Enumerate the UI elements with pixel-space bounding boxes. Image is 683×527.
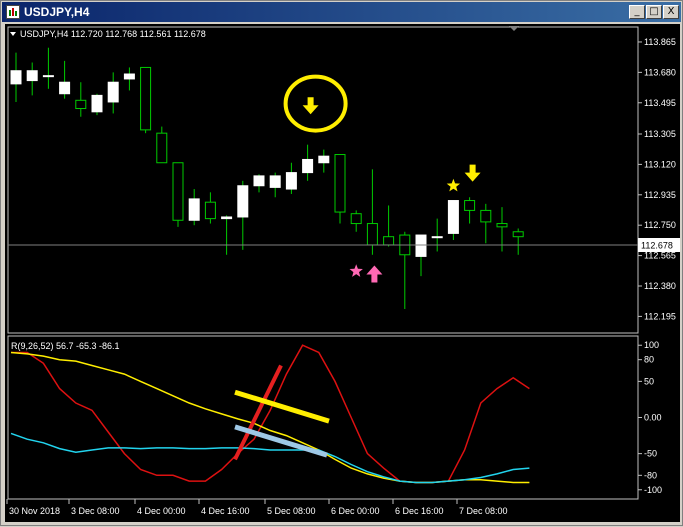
current-price-label: 112.678: [641, 241, 673, 251]
down-arrow-icon: [302, 97, 319, 115]
price-label: 112.565: [644, 251, 676, 261]
candle-body: [140, 66, 152, 131]
candle-body: [253, 175, 265, 187]
price-label: 113.865: [644, 37, 676, 47]
candle-body: [464, 200, 476, 211]
time-label: 5 Dec 08:00: [267, 506, 316, 516]
price-label: 113.120: [644, 159, 676, 169]
time-label: 7 Dec 08:00: [459, 506, 508, 516]
candle-body: [334, 154, 346, 213]
candle-body: [350, 213, 362, 225]
indicator-header-text: R(9,26,52) 56.7 -65.3 -86.1: [11, 341, 120, 351]
time-label: 4 Dec 00:00: [137, 506, 186, 516]
indicator-lines: [6, 344, 642, 504]
time-label: 4 Dec 16:00: [201, 506, 250, 516]
price-label: 112.195: [644, 311, 676, 321]
candle-body: [366, 223, 378, 246]
yellow-star-icon: [446, 178, 461, 192]
shift-marker-icon: [509, 26, 519, 31]
indicator-header: R(9,26,52) 56.7 -65.3 -86.1: [11, 341, 120, 351]
candle-body: [285, 172, 297, 190]
up-arrow-icon: [366, 265, 383, 283]
indicator-level-label: -80: [644, 470, 657, 480]
pink-star-icon: [349, 264, 363, 277]
time-label: 6 Dec 00:00: [331, 506, 380, 516]
candle-body: [302, 158, 314, 174]
candle-body: [188, 198, 200, 221]
candle-body: [156, 132, 168, 164]
candle-body: [91, 94, 103, 113]
indicator-level-label: -50: [644, 449, 657, 459]
candle-body: [26, 70, 38, 82]
indicator-level-label: 0.00: [644, 413, 662, 423]
candle-body: [480, 209, 492, 223]
candle-body: [204, 201, 216, 220]
time-axis-labels: 30 Nov 2018 3 Dec 08:00 4 Dec 00:00 4 De…: [9, 506, 508, 516]
chart-window: USDJPY,H4 _ □ X USDJPY,H4 112.720 112.76…: [0, 0, 683, 526]
window-title: USDJPY,H4: [24, 5, 90, 19]
time-label: 30 Nov 2018: [9, 506, 60, 516]
main-header-text: USDJPY,H4 112.720 112.768 112.561 112.67…: [20, 29, 206, 39]
candle-body: [447, 200, 459, 234]
price-label: 113.305: [644, 129, 676, 139]
yellow-indicator-line: [10, 351, 530, 484]
annotations: [283, 74, 481, 283]
candle-body: [75, 99, 87, 110]
close-button[interactable]: X: [663, 5, 679, 19]
maximize-button[interactable]: □: [646, 5, 662, 19]
candle-body: [172, 162, 184, 221]
main-header: USDJPY,H4 112.720 112.768 112.561 112.67…: [10, 29, 206, 39]
red-indicator-line: [11, 344, 530, 484]
highlight-circle: [283, 74, 348, 133]
indicator-level-label: -100: [644, 485, 662, 495]
indicator-level-label: 50: [644, 376, 654, 386]
candle-body: [269, 175, 281, 188]
candle-body: [431, 236, 443, 239]
indicator-level-label: 100: [644, 340, 659, 350]
price-label: 113.495: [644, 98, 676, 108]
candle-body: [59, 81, 71, 95]
indicator-level-label: 80: [644, 355, 654, 365]
price-label: 112.750: [644, 220, 676, 230]
price-axis-labels: 113.865 113.680 113.495 113.305 113.120 …: [644, 37, 676, 321]
candle-body: [512, 231, 524, 238]
drawn-yellow-trendline: [234, 389, 330, 424]
chart-area[interactable]: USDJPY,H4 112.720 112.768 112.561 112.67…: [5, 24, 680, 522]
candle-body: [318, 155, 330, 164]
dropdown-triangle-icon: [10, 32, 16, 36]
candle-body: [10, 70, 22, 85]
drawn-blue-trendline: [234, 424, 328, 458]
candle-body: [42, 75, 54, 78]
drawn-red-trendline: [233, 364, 283, 461]
price-chart[interactable]: USDJPY,H4 112.720 112.768 112.561 112.67…: [5, 24, 680, 522]
price-label: 112.380: [644, 281, 676, 291]
time-label: 3 Dec 08:00: [71, 506, 120, 516]
title-bar[interactable]: USDJPY,H4 _ □ X: [2, 2, 681, 22]
minimize-button[interactable]: _: [629, 5, 645, 19]
candle-body: [123, 73, 135, 80]
candle-body: [107, 81, 119, 103]
current-price-marker: 112.678: [8, 238, 680, 252]
price-axis-grid: [638, 41, 642, 317]
candle-body: [415, 234, 427, 257]
down-arrow-icon: [464, 164, 481, 182]
candle-body: [221, 216, 233, 220]
price-label: 113.680: [644, 67, 676, 77]
candle-body: [496, 223, 508, 228]
candle-body: [237, 185, 249, 218]
candle-body: [383, 236, 395, 246]
price-label: 112.935: [644, 190, 676, 200]
indicator-axis-labels: 100 80 50 0.00 -50 -80 -100: [644, 340, 662, 495]
candles: [10, 47, 524, 309]
time-label: 6 Dec 16:00: [395, 506, 444, 516]
chart-window-icon: [6, 5, 20, 19]
